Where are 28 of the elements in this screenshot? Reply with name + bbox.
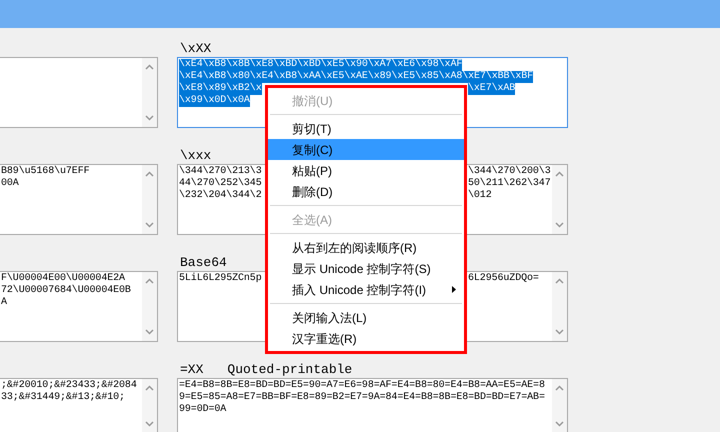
field-label: =XX [180, 360, 204, 379]
field-text: 9=E5=85=A8=E7=BB=BF=E8=89=B2=E7=9A=84=E4=B8=8B=E8=BD=BD=E7=AB= [179, 392, 545, 404]
field-text: \xE4\xB8\x8B\xE8\xBD\xBD\xE5\x90\xA7\xE6\x98\xAF [179, 59, 462, 71]
field-text: B89\u5168\u7EFF [1, 166, 90, 178]
field-text: A [1, 297, 7, 309]
field-text: \x99\x0D\x0A [179, 95, 250, 107]
field-text: 5LiL6L295ZCn5p [179, 273, 262, 285]
field-text: 99=0D=0A [179, 404, 226, 416]
field-text: 50\211\262\347 [468, 178, 551, 190]
field-text: 72\U00007684\U00004E0B [1, 285, 131, 297]
field-text: 33;&#31449;&#13;&#10; [1, 392, 125, 404]
field-text: \xE4\xB8\x80\xE4\xB8\xAA\xE5\xAE\x89\xE5\x85\xA8\xE7\xBB\xBF [179, 71, 534, 83]
field-text: \344\270\213\3 [179, 166, 262, 178]
field-label: Base64 [180, 254, 227, 272]
field-label: Quoted-printable [227, 360, 352, 379]
field-label: \xxx [180, 146, 212, 165]
field-text: \012 [468, 190, 492, 202]
field-text: \xE7\xAB [468, 83, 516, 95]
field-text: ;&#20010;&#23433;&#2084 [1, 380, 137, 392]
field-text: \344\270\200\3 [468, 166, 551, 178]
field-text: 44\270\252\345 [179, 178, 262, 190]
field-label: \xXX [180, 40, 212, 58]
field-text: F\U00004E00\U00004E2A [1, 273, 125, 284]
field-text: =E4=B8=8B=E8=BD=BD=E5=90=A7=E6=98=AF=E4=B8=80=E4=B8=AA=E5=AE=8 [179, 380, 545, 392]
field-text: \232\204\344\2 [179, 190, 262, 202]
field-text: \xE8\x89\xB2\x [179, 83, 262, 95]
field-text: 6L2956uZDQo= [468, 273, 539, 285]
field-text: 00A [1, 178, 19, 190]
